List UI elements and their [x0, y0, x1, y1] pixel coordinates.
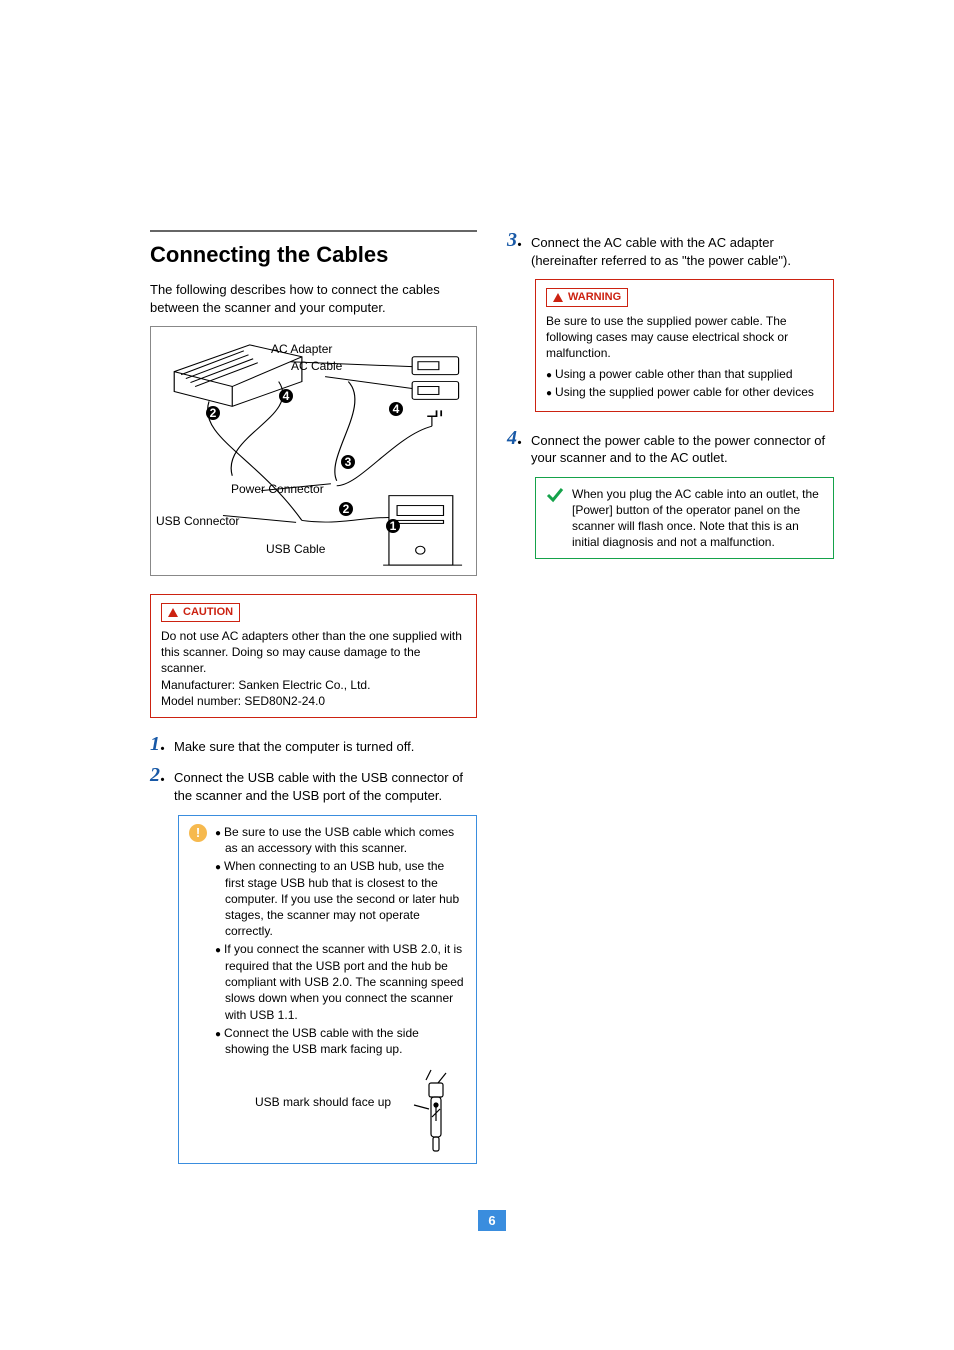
label-ac-cable: AC Cable [291, 359, 342, 373]
label-usb-connector: USB Connector [156, 514, 239, 528]
usb-note-2: When connecting to an USB hub, use the f… [215, 858, 466, 939]
warning-b2: Using the supplied power cable for other… [546, 384, 823, 401]
usb-note-3: If you connect the scanner with USB 2.0,… [215, 941, 466, 1022]
caution-text: Do not use AC adapters other than the on… [161, 628, 466, 709]
step-1: 1. Make sure that the computer is turned… [150, 734, 477, 756]
diagram-num-1: 1 [386, 519, 400, 533]
diagram-num-4a: 4 [279, 389, 293, 403]
diagram-num-4b: 4 [389, 402, 403, 416]
step-4: 4. Connect the power cable to the power … [507, 428, 834, 467]
exclamation-icon: ! [189, 824, 207, 842]
warning-box: WARNING Be sure to use the supplied powe… [535, 279, 834, 411]
diagram-num-3: 3 [341, 455, 355, 469]
warning-tag: WARNING [546, 288, 628, 307]
step-2: 2. Connect the USB cable with the USB co… [150, 765, 477, 804]
section-title: Connecting the Cables [150, 242, 477, 268]
usb-note-box: ! Be sure to use the USB cable which com… [178, 815, 477, 1165]
plug-note-box: When you plug the AC cable into an outle… [535, 477, 834, 560]
plug-note-text: When you plug the AC cable into an outle… [572, 486, 823, 551]
warning-b1: Using a power cable other than that supp… [546, 366, 823, 383]
warning-text: Be sure to use the supplied power cable.… [546, 313, 823, 362]
usb-note-1: Be sure to use the USB cable which comes… [215, 824, 466, 857]
page-number: 6 [150, 1210, 834, 1231]
usb-mark-illustration: USB mark should face up [215, 1065, 466, 1155]
label-ac-adapter: AC Adapter [271, 342, 332, 356]
diagram-num-2b: 2 [339, 502, 353, 516]
connection-diagram: AC Adapter AC Cable Power Connector USB … [150, 326, 477, 576]
usb-mark-caption: USB mark should face up [255, 1095, 391, 1109]
step-3: 3. Connect the AC cable with the AC adap… [507, 230, 834, 269]
label-usb-cable: USB Cable [266, 542, 325, 556]
check-icon [546, 486, 564, 504]
intro-text: The following describes how to connect t… [150, 281, 477, 316]
usb-note-4: Connect the USB cable with the side show… [215, 1025, 466, 1058]
label-power-connector: Power Connector [231, 482, 324, 496]
caution-tag: CAUTION [161, 603, 240, 622]
caution-box: CAUTION Do not use AC adapters other tha… [150, 594, 477, 718]
diagram-num-2a: 2 [206, 406, 220, 420]
